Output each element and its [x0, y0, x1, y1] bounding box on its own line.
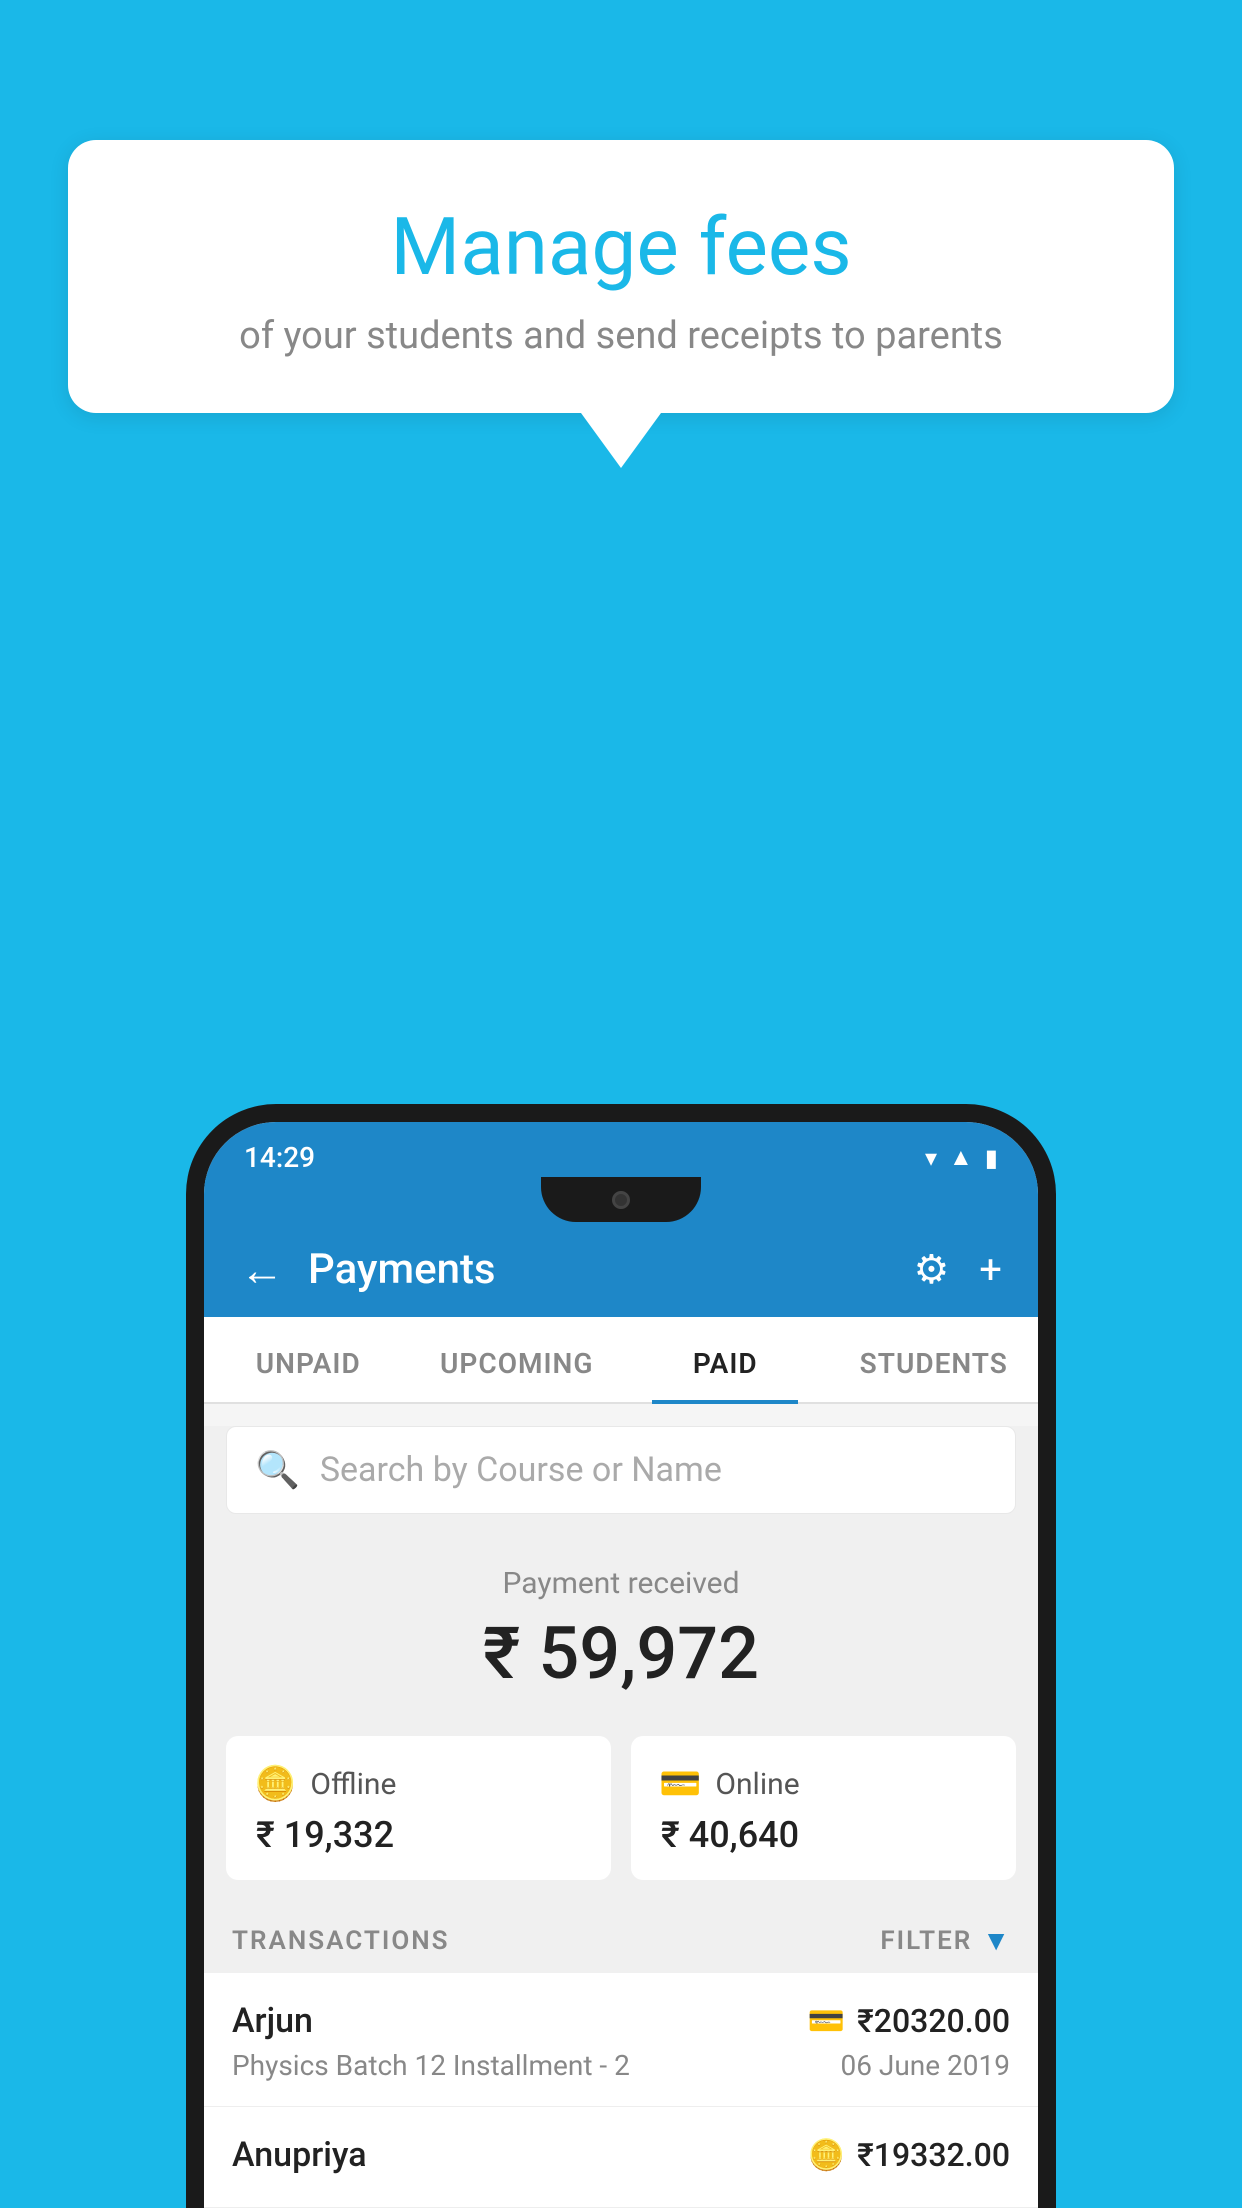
- payment-received-label: Payment received: [224, 1566, 1018, 1601]
- notch: [541, 1177, 701, 1222]
- online-label: Online: [715, 1767, 799, 1802]
- table-row: Anupriya 🪙 ₹19332.00: [204, 2107, 1038, 2208]
- filter-icon: ▼: [982, 1924, 1010, 1957]
- transaction-date: 06 June 2019: [840, 2049, 1010, 2082]
- payment-received-section: Payment received ₹ 59,972: [204, 1536, 1038, 1716]
- speech-bubble-subtitle: of your students and send receipts to pa…: [128, 314, 1114, 358]
- offline-label: Offline: [310, 1767, 396, 1802]
- phone-inner: 14:29 ▾ ▲ ▮ ← Payments ⚙ +: [204, 1122, 1038, 2208]
- header-icons: ⚙ +: [913, 1246, 1002, 1293]
- add-icon[interactable]: +: [979, 1246, 1002, 1293]
- transaction-course: Physics Batch 12 Installment - 2: [232, 2049, 630, 2082]
- payment-cards-row: 🪙 Offline ₹ 19,332 💳 Online ₹ 40,640: [204, 1716, 1038, 1900]
- app-header: ← Payments ⚙ +: [204, 1222, 1038, 1317]
- online-icon: 💳: [659, 1764, 701, 1804]
- offline-card: 🪙 Offline ₹ 19,332: [226, 1736, 611, 1880]
- phone-outer: 14:29 ▾ ▲ ▮ ← Payments ⚙ +: [186, 1104, 1056, 2208]
- table-row: Arjun 💳 ₹20320.00 Physics Batch 12 Insta…: [204, 1973, 1038, 2107]
- search-placeholder: Search by Course or Name: [320, 1450, 722, 1490]
- transaction-amount-area: 💳 ₹20320.00: [808, 2002, 1010, 2040]
- transaction-name: Arjun: [232, 2001, 313, 2041]
- speech-bubble-container: Manage fees of your students and send re…: [68, 140, 1174, 468]
- payment-received-amount: ₹ 59,972: [224, 1611, 1018, 1696]
- wifi-icon: ▾: [925, 1144, 937, 1172]
- transaction-amount: ₹19332.00: [857, 2136, 1010, 2174]
- transaction-amount-area: 🪙 ₹19332.00: [808, 2136, 1010, 2174]
- transaction-amount: ₹20320.00: [857, 2002, 1010, 2040]
- speech-bubble: Manage fees of your students and send re…: [68, 140, 1174, 413]
- speech-bubble-title: Manage fees: [128, 200, 1114, 294]
- status-time: 14:29: [244, 1141, 315, 1174]
- online-amount: ₹ 40,640: [659, 1814, 988, 1856]
- settings-icon[interactable]: ⚙: [913, 1246, 949, 1293]
- tab-paid[interactable]: PAID: [621, 1317, 830, 1402]
- content-area: 🔍 Search by Course or Name Payment recei…: [204, 1426, 1038, 2208]
- back-button[interactable]: ←: [240, 1244, 284, 1296]
- tab-students[interactable]: STUDENTS: [830, 1317, 1039, 1402]
- tab-unpaid[interactable]: UNPAID: [204, 1317, 413, 1402]
- transaction-row1: Anupriya 🪙 ₹19332.00: [232, 2135, 1010, 2175]
- filter-area[interactable]: FILTER ▼: [880, 1924, 1010, 1957]
- online-card-top: 💳 Online: [659, 1764, 988, 1804]
- transactions-header: TRANSACTIONS FILTER ▼: [204, 1900, 1038, 1973]
- phone-wrapper: 14:29 ▾ ▲ ▮ ← Payments ⚙ +: [186, 1104, 1056, 2208]
- notch-camera: [612, 1191, 630, 1209]
- online-payment-icon: 💳: [808, 2004, 845, 2039]
- speech-bubble-arrow: [581, 413, 661, 468]
- transaction-row2: Physics Batch 12 Installment - 2 06 June…: [232, 2049, 1010, 2082]
- tab-upcoming[interactable]: UPCOMING: [413, 1317, 622, 1402]
- transaction-list: Arjun 💳 ₹20320.00 Physics Batch 12 Insta…: [204, 1973, 1038, 2208]
- search-icon: 🔍: [255, 1449, 300, 1491]
- filter-label: FILTER: [880, 1926, 972, 1956]
- transactions-label: TRANSACTIONS: [232, 1926, 450, 1956]
- offline-card-top: 🪙 Offline: [254, 1764, 583, 1804]
- transaction-name: Anupriya: [232, 2135, 367, 2175]
- offline-payment-icon: 🪙: [808, 2138, 845, 2173]
- page-title: Payments: [308, 1245, 913, 1294]
- offline-amount: ₹ 19,332: [254, 1814, 583, 1856]
- transaction-row1: Arjun 💳 ₹20320.00: [232, 2001, 1010, 2041]
- notch-area: [204, 1177, 1038, 1222]
- signal-icon: ▲: [949, 1143, 973, 1172]
- online-card: 💳 Online ₹ 40,640: [631, 1736, 1016, 1880]
- offline-icon: 🪙: [254, 1764, 296, 1804]
- search-bar[interactable]: 🔍 Search by Course or Name: [226, 1426, 1016, 1514]
- battery-icon: ▮: [985, 1144, 998, 1172]
- status-icons: ▾ ▲ ▮: [925, 1143, 998, 1172]
- tabs: UNPAID UPCOMING PAID STUDENTS: [204, 1317, 1038, 1404]
